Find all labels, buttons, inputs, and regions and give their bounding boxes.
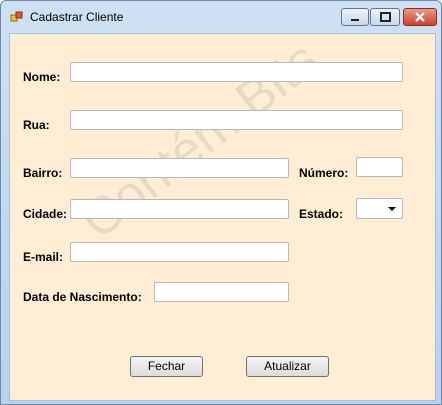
- numero-label: Número:: [299, 166, 349, 180]
- bairro-label: Bairro:: [23, 166, 63, 180]
- close-icon: [415, 12, 425, 22]
- fechar-button[interactable]: Fechar: [130, 356, 203, 377]
- cidade-label: Cidade:: [23, 207, 68, 221]
- rua-input[interactable]: [70, 110, 403, 130]
- atualizar-button[interactable]: Atualizar: [246, 356, 329, 377]
- close-button[interactable]: [403, 8, 437, 26]
- numero-input[interactable]: [356, 157, 403, 177]
- app-icon: [10, 11, 23, 22]
- window: Cadastrar Cliente Contém Bits Nome: Rua:…: [0, 0, 442, 405]
- email-label: E-mail:: [23, 250, 64, 264]
- nascimento-label: Data de Nascimento:: [23, 290, 142, 304]
- nome-input[interactable]: [70, 62, 403, 82]
- nome-label: Nome:: [23, 70, 61, 84]
- nascimento-input[interactable]: [154, 282, 289, 302]
- estado-label: Estado:: [299, 207, 344, 221]
- title-bar: Cadastrar Cliente: [1, 1, 441, 33]
- maximize-button[interactable]: [370, 8, 400, 26]
- chevron-down-icon: [388, 207, 396, 211]
- window-title: Cadastrar Cliente: [30, 10, 124, 24]
- cidade-input[interactable]: [70, 199, 289, 219]
- estado-select[interactable]: [356, 198, 403, 219]
- maximize-icon: [380, 12, 391, 22]
- rua-label: Rua:: [23, 118, 50, 132]
- bairro-input[interactable]: [70, 158, 289, 178]
- minimize-button[interactable]: [341, 8, 369, 26]
- email-input[interactable]: [70, 242, 289, 262]
- form-area: Contém Bits Nome: Rua: Bairro: Número: C…: [9, 30, 436, 401]
- minimize-icon: [351, 19, 359, 21]
